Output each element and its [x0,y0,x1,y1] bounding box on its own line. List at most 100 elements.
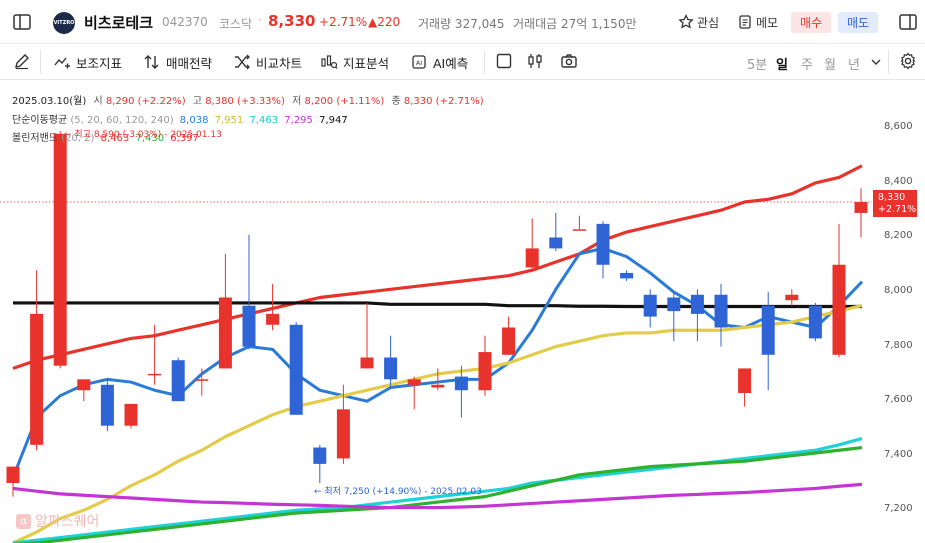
candle-body [454,376,468,391]
candle-body [289,324,303,415]
candle[interactable] [6,466,20,497]
candle[interactable] [384,335,398,388]
ma-params: (5, 20, 60, 120, 240) [70,115,174,126]
candle-body [478,352,492,391]
candle-body [407,379,421,385]
y-axis-tick-label: 7,200 [884,503,913,515]
y-axis-tick-label: 7,800 [884,339,913,351]
candle-body [148,373,162,376]
candle[interactable] [289,322,303,415]
candle-body [761,305,775,355]
candle[interactable] [643,289,657,328]
candle[interactable] [572,215,586,231]
candle-body [620,272,634,279]
low-annotation: ← 최저 7,250 (+14.90%) - 2025.02.03 [314,487,482,497]
candle[interactable] [785,289,799,306]
ma240-value: 7,947 [319,115,348,126]
candle[interactable] [667,292,681,342]
price-chart[interactable] [0,0,925,543]
close-label: 종 [391,96,401,107]
candle[interactable] [478,335,492,396]
candle[interactable] [454,365,468,418]
candle-body [266,313,280,325]
candle[interactable] [53,131,67,369]
candle-body [572,229,586,231]
candle[interactable] [77,379,91,402]
candle[interactable] [124,403,138,429]
candle[interactable] [690,289,704,342]
candle-body [384,357,398,380]
watermark: α 알파스퀘어 [16,511,99,531]
low-label: 저 [292,96,302,107]
candle-body [30,313,44,445]
candle[interactable] [218,253,232,369]
candle-body [525,248,539,268]
candle[interactable] [431,368,445,391]
low-value: 8,200 (+1.11%) [304,96,385,107]
candle-body [667,297,681,312]
close-value: 8,330 (+2.71%) [403,96,484,107]
open-value: 8,290 (+2.22%) [105,96,186,107]
candle-body [6,466,20,483]
ma20-value: 7,951 [214,115,244,126]
candle[interactable] [502,316,516,355]
y-axis-tick-label: 7,400 [884,448,913,460]
candle-body [431,384,445,388]
candle-body [714,294,728,328]
high-annotation: ← 최고 8,590 (-3.03%) - 2025.01.13 [64,130,222,140]
candle[interactable] [596,221,610,279]
y-axis-tick-label: 8,000 [884,285,913,297]
candle-body [854,202,868,213]
candle[interactable] [407,376,421,410]
candle-body [690,294,704,314]
ma-legend: 단순이동평균 (5, 20, 60, 120, 240) 8,038 7,951… [12,111,348,126]
price-tag-value: 8,330 [878,192,906,203]
bb-label: 볼린저밴드 [12,133,58,144]
candle[interactable] [549,212,563,252]
alphasquare-logo-icon: α [16,513,31,529]
candle[interactable] [714,283,728,347]
candle[interactable] [30,270,44,451]
candle[interactable] [854,188,868,238]
candle-body [313,447,327,464]
current-price-tag: 8,330 +2.71% [873,190,917,217]
open-label: 시 [93,96,103,107]
ohlc-info: 2025.03.10(월) 시 8,290 (+2.22%) 고 8,380 (… [12,92,484,107]
series-line [12,164,863,370]
candle-body [832,264,846,355]
candle-body [336,409,350,459]
candle-body [738,368,752,393]
watermark-text: 알파스퀘어 [35,514,100,530]
candle[interactable] [242,234,256,350]
ohlc-date: 2025.03.10(월) [12,96,87,107]
candle-body [502,327,516,355]
candle[interactable] [360,302,374,369]
candle-body [549,237,563,249]
candle[interactable] [808,302,822,342]
candle[interactable] [832,223,846,358]
candle[interactable] [313,444,327,483]
high-value: 8,380 (+3.33%) [205,96,285,107]
candle[interactable] [100,379,114,432]
candle-body [808,305,822,339]
y-axis-tick-label: 8,200 [884,230,913,242]
candle[interactable] [620,270,634,282]
candle[interactable] [171,357,185,402]
candle[interactable] [761,292,775,391]
candle[interactable] [738,368,752,407]
candle-body [77,379,91,391]
candle-body [596,223,610,265]
series-line [13,301,862,309]
y-axis-tick-label: 7,600 [884,394,913,406]
ma120-value: 7,295 [284,115,313,126]
candle-body [100,384,114,426]
price-tag-pct: +2.71% [878,204,917,215]
candle-body [218,297,232,369]
candle-body [643,294,657,317]
candle-body [195,379,209,381]
high-label: 고 [192,96,202,107]
candle[interactable] [525,218,539,271]
candle-body [53,133,67,366]
ma5-value: 8,038 [179,115,209,126]
ma60-value: 7,463 [249,115,279,126]
